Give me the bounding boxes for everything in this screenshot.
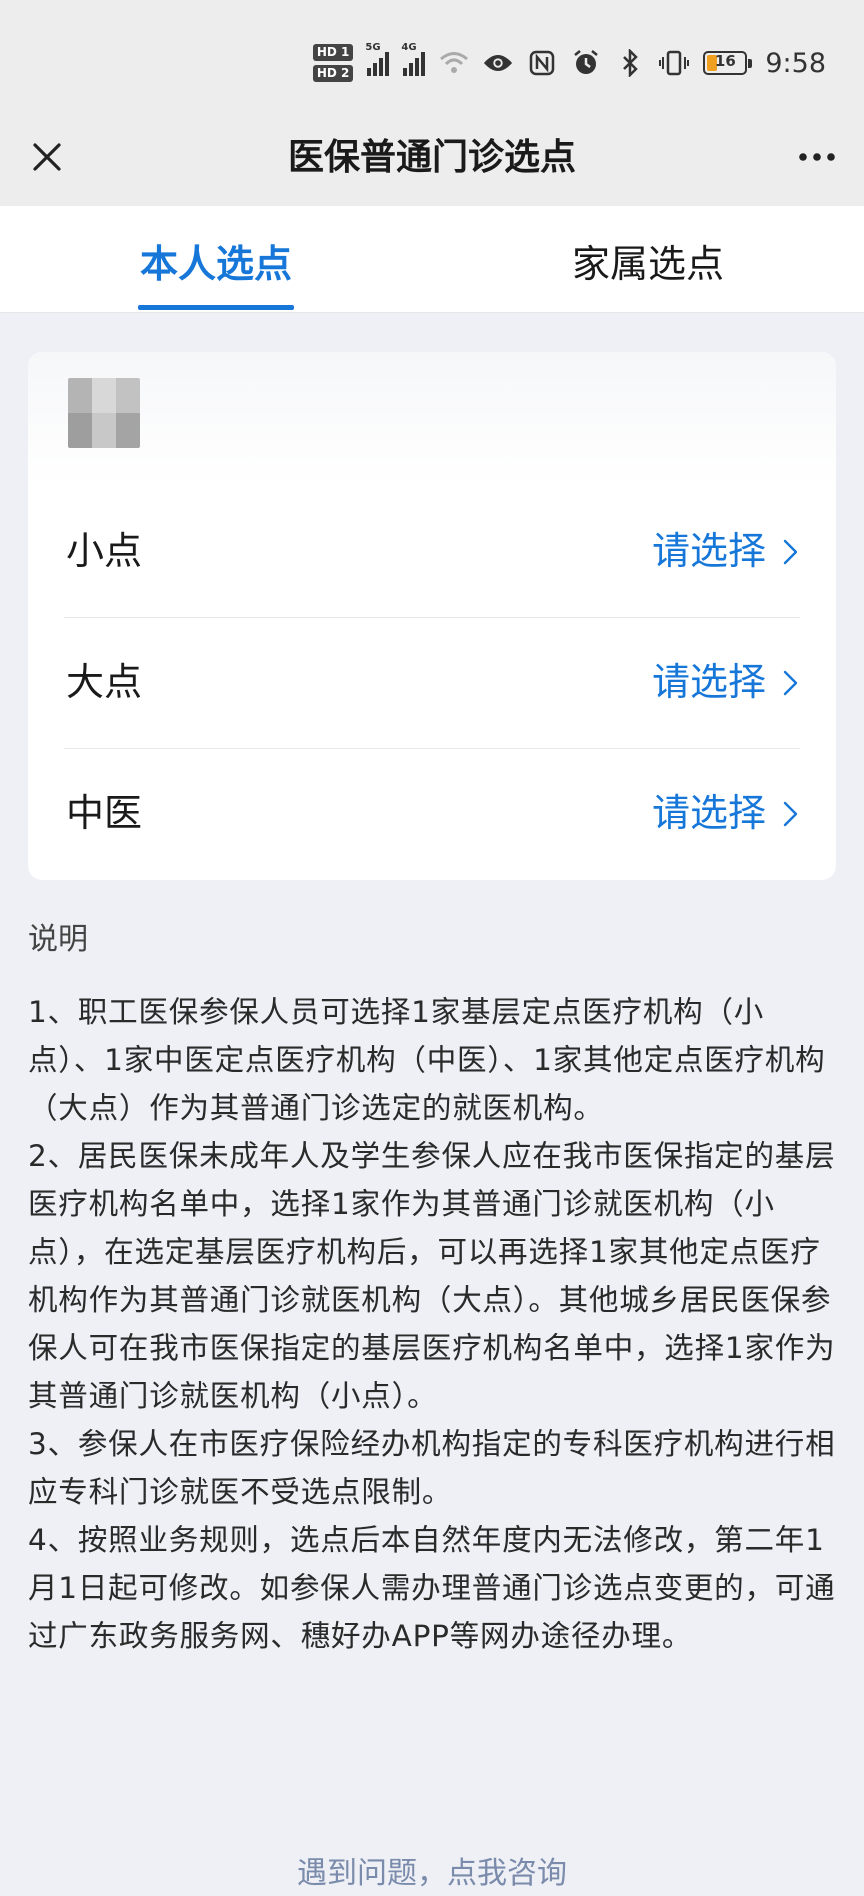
row-select-value[interactable]: 请选择 bbox=[652, 748, 766, 879]
row-small-clinic[interactable]: 小点 请选择 bbox=[28, 486, 836, 617]
hd2-badge: HD 2 bbox=[312, 65, 354, 82]
note-item-1: 1、职工医保参保人员可选择1家基层定点医疗机构（小点）、1家中医定点医疗机构（中… bbox=[28, 995, 826, 1125]
signal-5g-icon: 5G bbox=[365, 42, 390, 76]
blurred-name bbox=[68, 378, 140, 448]
vibrate-icon bbox=[659, 48, 690, 78]
nav-bar: 医保普通门诊选点 bbox=[0, 110, 864, 206]
battery-level: 16 bbox=[714, 52, 736, 70]
status-bar: HD 1 HD 2 5G 4G 16 9:58 bbox=[0, 0, 864, 110]
bluetooth-icon bbox=[615, 48, 645, 78]
wifi-icon bbox=[439, 48, 469, 78]
note-item-2: 2、居民医保未成年人及学生参保人应在我市医保指定的基层医疗机构名单中，选择1家作… bbox=[28, 1139, 836, 1413]
tab-bar: 本人选点 家属选点 bbox=[0, 206, 864, 313]
chevron-right-icon bbox=[783, 670, 798, 696]
network-5g-label: 5G bbox=[365, 42, 381, 53]
nfc-icon bbox=[527, 48, 557, 78]
row-select-value[interactable]: 请选择 bbox=[652, 486, 766, 617]
tab-self-selection[interactable]: 本人选点 bbox=[0, 206, 432, 312]
note-item-3: 3、参保人在市医疗保险经办机构指定的专科医疗机构进行相应专科门诊就医不受选点限制… bbox=[28, 1427, 836, 1509]
insured-person-header bbox=[28, 352, 836, 486]
eye-icon bbox=[483, 48, 513, 78]
row-label: 中医 bbox=[66, 791, 143, 835]
row-select-value[interactable]: 请选择 bbox=[652, 617, 766, 748]
note-item-4: 4、按照业务规则，选点后本自然年度内无法修改，第二年1月1日起可修改。如参保人需… bbox=[28, 1523, 836, 1653]
help-consult-link[interactable]: 遇到问题，点我咨询 bbox=[0, 1852, 864, 1896]
hd-indicators: HD 1 HD 2 bbox=[312, 44, 354, 82]
alarm-icon bbox=[571, 48, 601, 78]
chevron-right-icon bbox=[783, 801, 798, 827]
notes-section: 说明 1、职工医保参保人员可选择1家基层定点医疗机构（小点）、1家中医定点医疗机… bbox=[28, 918, 836, 1660]
row-label: 小点 bbox=[66, 529, 143, 573]
active-tab-indicator bbox=[138, 305, 294, 310]
status-icons: HD 1 HD 2 5G 4G 16 9:58 bbox=[312, 38, 826, 88]
page-title: 医保普通门诊选点 bbox=[287, 137, 576, 178]
row-tcm-clinic[interactable]: 中医 请选择 bbox=[28, 748, 836, 879]
notes-title: 说明 bbox=[28, 922, 88, 957]
tab-family-selection[interactable]: 家属选点 bbox=[432, 206, 864, 312]
battery-icon: 16 bbox=[703, 51, 753, 75]
status-time: 9:58 bbox=[765, 47, 826, 79]
more-icon[interactable] bbox=[792, 132, 842, 182]
signal-4g-icon: 4G bbox=[401, 42, 426, 76]
hd1-badge: HD 1 bbox=[312, 44, 354, 61]
network-4g-label: 4G bbox=[401, 42, 417, 53]
selection-card: 小点 请选择 大点 请选择 中医 请选择 bbox=[28, 352, 836, 880]
row-label: 大点 bbox=[66, 660, 143, 704]
chevron-right-icon bbox=[783, 539, 798, 565]
row-large-clinic[interactable]: 大点 请选择 bbox=[28, 617, 836, 748]
